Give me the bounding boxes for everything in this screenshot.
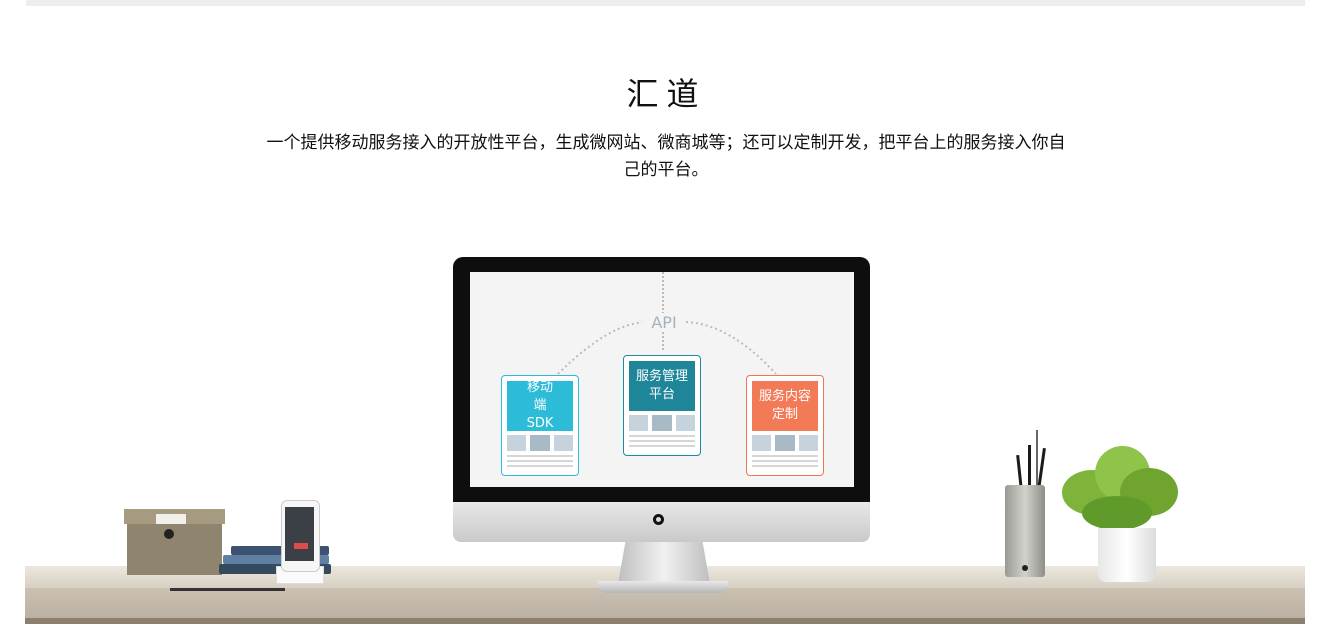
plant-pot	[1098, 528, 1156, 582]
smartphone	[281, 500, 320, 572]
pen	[1028, 445, 1031, 490]
api-label: API	[642, 313, 686, 332]
desk-scene-illustration: API 移动端SDK 服务管理平台 服务内容定制	[0, 0, 1333, 624]
api-connector-line	[662, 272, 664, 350]
card-service-management: 服务管理平台	[623, 355, 701, 456]
card-label: 服务管理平台	[629, 361, 695, 411]
monitor: API 移动端SDK 服务管理平台 服务内容定制	[453, 257, 870, 542]
card-content-customization: 服务内容定制	[746, 375, 824, 476]
monitor-bezel: API 移动端SDK 服务管理平台 服务内容定制	[453, 257, 870, 502]
monitor-screen: API 移动端SDK 服务管理平台 服务内容定制	[470, 272, 854, 487]
desk-edge	[25, 588, 1305, 624]
camera-icon	[653, 514, 664, 525]
monitor-chin	[453, 502, 870, 542]
pen-holder	[1005, 485, 1045, 577]
monitor-stand-base	[598, 581, 728, 593]
storage-box	[124, 509, 225, 575]
pen	[1037, 447, 1046, 491]
card-mobile-sdk: 移动端SDK	[501, 375, 579, 476]
card-label: 移动端SDK	[507, 380, 573, 431]
card-label: 服务内容定制	[752, 381, 818, 431]
monitor-stand	[618, 542, 710, 584]
pencil	[170, 588, 285, 591]
